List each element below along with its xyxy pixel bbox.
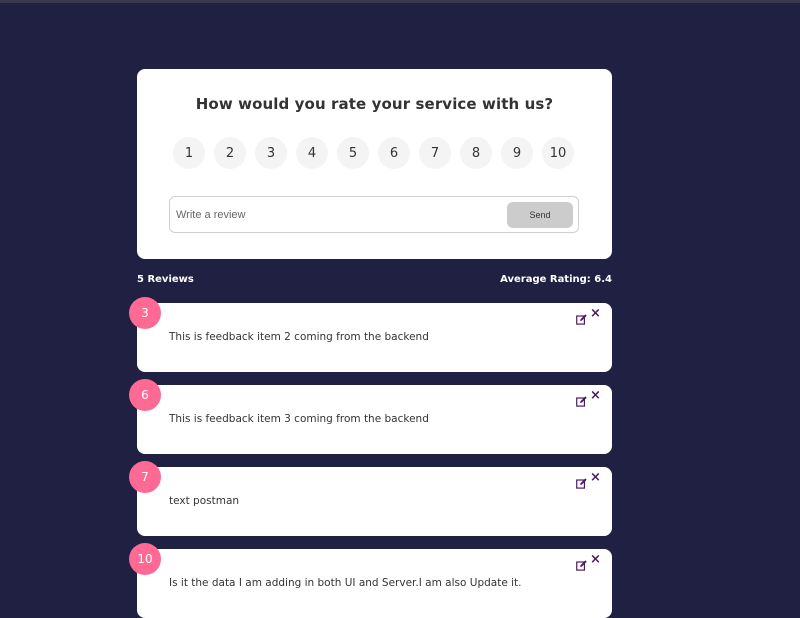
rating-option-6[interactable]: 6 [378, 137, 410, 169]
send-button[interactable]: Send [507, 202, 573, 228]
feedback-stats: 5 Reviews Average Rating: 6.4 [137, 274, 612, 290]
close-icon[interactable]: × [590, 389, 601, 403]
rating-option-2[interactable]: 2 [214, 137, 246, 169]
close-icon[interactable]: × [590, 553, 601, 567]
feedback-item: 3 × This is feedback item 2 coming from … [129, 297, 612, 372]
feedback-text: Is it the data I am adding in both UI an… [169, 577, 522, 589]
feedback-item: 10 × Is it the data I am adding in both … [129, 543, 612, 618]
rating-badge: 3 [129, 297, 161, 329]
rating-option-10[interactable]: 10 [542, 137, 574, 169]
rating-title: How would you rate your service with us? [195, 95, 554, 113]
edit-icon[interactable] [576, 556, 587, 571]
edit-icon[interactable] [576, 474, 587, 489]
browser-top-edge [0, 0, 800, 3]
feedback-text: This is feedback item 3 coming from the … [169, 413, 429, 425]
rating-option-4[interactable]: 4 [296, 137, 328, 169]
feedback-item: 7 × text postman [129, 461, 612, 536]
review-input-group: Send [169, 196, 579, 233]
rating-option-7[interactable]: 7 [419, 137, 451, 169]
rating-option-3[interactable]: 3 [255, 137, 287, 169]
close-icon[interactable]: × [590, 471, 601, 485]
rating-option-8[interactable]: 8 [460, 137, 492, 169]
edit-icon[interactable] [576, 310, 587, 325]
edit-icon[interactable] [576, 392, 587, 407]
average-rating: Average Rating: 6.4 [500, 274, 612, 285]
rating-option-9[interactable]: 9 [501, 137, 533, 169]
reviews-count: 5 Reviews [137, 274, 194, 285]
rating-option-5[interactable]: 5 [337, 137, 369, 169]
rating-badge: 10 [129, 543, 161, 575]
review-input[interactable] [176, 203, 496, 226]
rating-badge: 7 [129, 461, 161, 493]
rating-option-1[interactable]: 1 [173, 137, 205, 169]
feedback-text: This is feedback item 2 coming from the … [169, 331, 429, 343]
rating-options: 1 2 3 4 5 6 7 8 9 10 [173, 137, 574, 169]
rating-card: How would you rate your service with us?… [137, 69, 612, 259]
feedback-text: text postman [169, 495, 240, 507]
rating-badge: 6 [129, 379, 161, 411]
feedback-item: 6 × This is feedback item 3 coming from … [129, 379, 612, 454]
close-icon[interactable]: × [590, 307, 601, 321]
